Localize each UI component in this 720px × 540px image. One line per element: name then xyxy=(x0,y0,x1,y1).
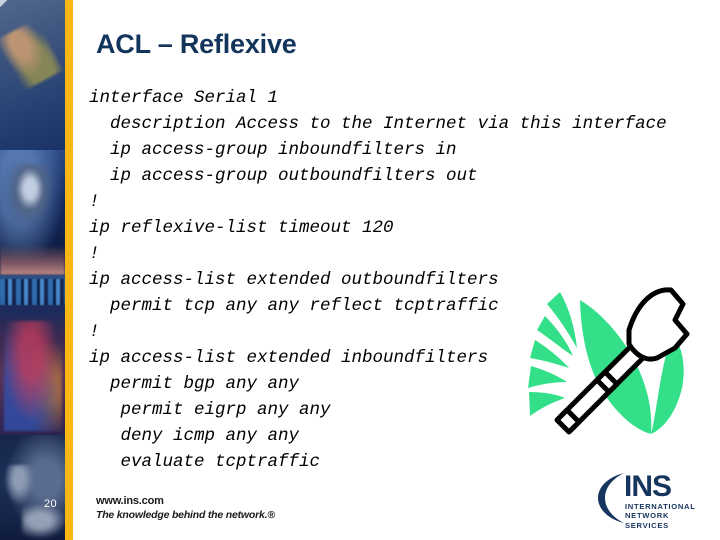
code-line: evaluate tcptraffic xyxy=(89,452,321,472)
ins-logo: INS INTERNATIONAL NETWORK SERVICES xyxy=(594,469,712,530)
slide-number: 20 xyxy=(43,498,57,510)
code-line: permit tcp any any reflect tcptraffic xyxy=(89,296,499,316)
footer-tagline: The knowledge behind the network.® xyxy=(96,509,275,521)
code-line: description Access to the Internet via t… xyxy=(89,114,667,134)
code-line: deny icmp any any xyxy=(89,426,300,446)
code-line: ! xyxy=(89,192,100,212)
footer-url[interactable]: www.ins.com xyxy=(96,494,275,508)
code-line: ! xyxy=(89,322,100,342)
code-line: ip access-list extended inboundfilters xyxy=(89,348,489,368)
router-config-code-block: interface Serial 1 description Access to… xyxy=(89,85,697,475)
code-line: ip access-list extended outboundfilters xyxy=(89,270,499,290)
sidebar-collage-image xyxy=(0,0,65,540)
code-line: permit bgp any any xyxy=(89,374,300,394)
ins-wordmark: INS xyxy=(624,470,672,503)
ins-sub-line2: NETWORK SERVICES xyxy=(625,511,670,530)
code-line: interface Serial 1 xyxy=(89,88,279,108)
code-line: ip access-group outboundfilters out xyxy=(89,166,478,186)
slide-canvas: 20 ACL – Reflexive interface Serial 1 de… xyxy=(0,0,720,540)
collage-panel-office xyxy=(0,0,65,150)
code-line: permit eigrp any any xyxy=(89,400,331,420)
code-line: ip reflexive-list timeout 120 xyxy=(89,218,394,238)
footer-branding: www.ins.com The knowledge behind the net… xyxy=(96,494,275,522)
collage-panel-technician xyxy=(0,150,65,275)
gold-accent-stripe xyxy=(65,0,73,540)
collage-panel-trading-floor xyxy=(0,275,65,435)
page-title: ACL – Reflexive xyxy=(96,29,297,59)
code-line: ip access-group inboundfilters in xyxy=(89,140,457,160)
code-line: ! xyxy=(89,244,100,264)
collage-panel-meeting xyxy=(0,435,65,540)
